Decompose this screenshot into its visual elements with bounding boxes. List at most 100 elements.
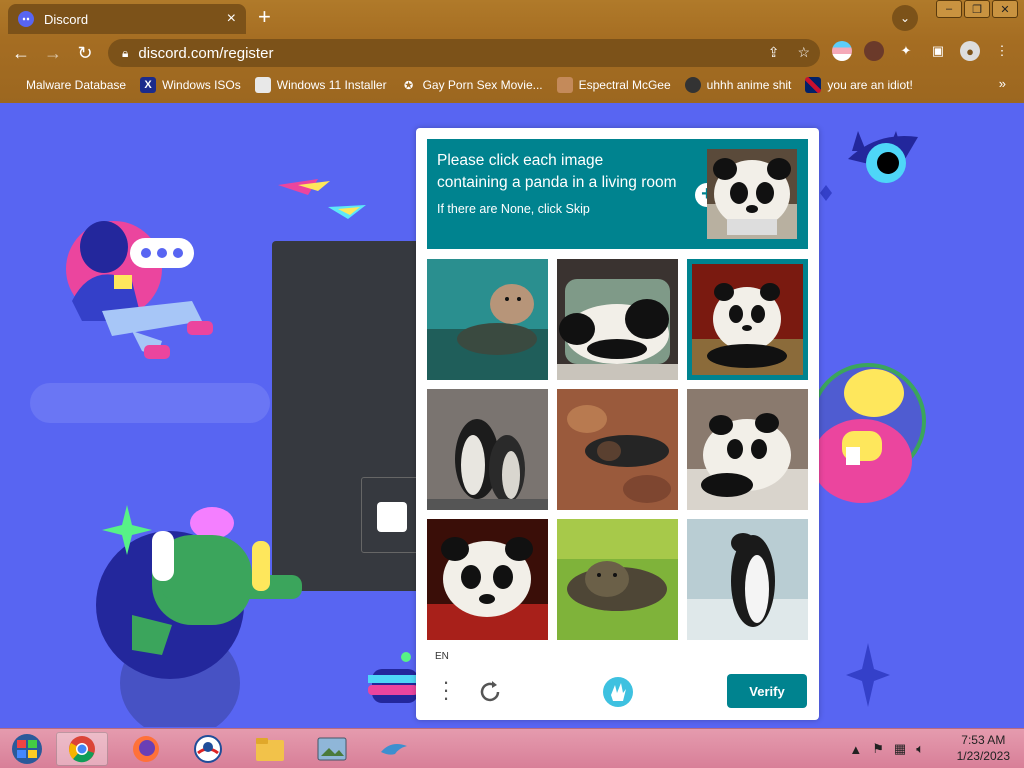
toolbar: ← → ↻ 🔒︎ discord.com/register ⇪ ☆ ✦ ▣ ● … bbox=[0, 36, 1024, 70]
challenge-image-cell[interactable] bbox=[557, 259, 678, 380]
bookmark-item[interactable]: Malware Database bbox=[14, 77, 126, 93]
extensions-bar: ✦ ▣ ● ⋮ bbox=[832, 41, 1012, 61]
sparkle-icon bbox=[846, 643, 890, 707]
forward-icon[interactable]: → bbox=[40, 40, 66, 66]
refresh-icon[interactable] bbox=[476, 678, 504, 706]
new-tab-button[interactable]: + bbox=[258, 4, 271, 30]
photo-viewer-icon bbox=[317, 737, 347, 761]
reload-icon[interactable]: ↻ bbox=[72, 40, 98, 66]
avatar-icon bbox=[556, 77, 573, 93]
bookmark-icon: ✪ bbox=[403, 79, 414, 92]
clock[interactable]: 7:53 AM 1/23/2023 bbox=[957, 732, 1010, 764]
x-icon: X bbox=[140, 77, 157, 93]
challenge-prompt: Please click each image containing a pan… bbox=[437, 152, 677, 191]
panda-image bbox=[687, 389, 808, 510]
bookmark-malware-icon bbox=[14, 77, 20, 93]
star-icon[interactable]: ☆ bbox=[797, 44, 810, 61]
flag-icon[interactable]: ⚑ bbox=[872, 741, 884, 757]
tab-title: Discord bbox=[44, 11, 89, 27]
challenge-image-cell[interactable] bbox=[557, 519, 678, 640]
lock-icon[interactable]: 🔒︎ bbox=[122, 46, 128, 61]
bookmark-item[interactable]: Windows 11 Installer bbox=[254, 77, 387, 93]
hcaptcha-logo-icon[interactable] bbox=[601, 675, 635, 709]
folder-icon bbox=[256, 738, 284, 761]
browser-frame: Discord × + ⌄ – ❐ ✕ ← → ↻ 🔒︎ discord.com… bbox=[0, 0, 1024, 103]
kebab-menu-icon[interactable]: ⋮ bbox=[992, 41, 1012, 61]
panda-image bbox=[557, 259, 678, 380]
close-window-icon[interactable]: ✕ bbox=[992, 0, 1018, 18]
more-bookmarks-icon[interactable]: » bbox=[999, 76, 1006, 91]
panda-image bbox=[427, 519, 548, 640]
dolphin-icon bbox=[381, 744, 407, 755]
taskbar-photos[interactable] bbox=[306, 732, 358, 766]
volume-icon[interactable]: 🔈︎ bbox=[916, 741, 924, 757]
challenge-image-cell[interactable] bbox=[427, 389, 548, 510]
obama-logo-icon bbox=[194, 735, 222, 763]
example-panda-image bbox=[707, 149, 797, 239]
back-icon[interactable]: ← bbox=[8, 40, 34, 66]
system-tray: ▲ ⚑ ▦ 🔈︎ bbox=[849, 741, 924, 757]
minimize-icon[interactable]: – bbox=[936, 0, 962, 18]
flag-icon bbox=[805, 77, 822, 93]
menu-dots-icon[interactable]: · · · bbox=[439, 671, 453, 709]
taskbar-chrome[interactable] bbox=[56, 732, 108, 766]
taskbar: ▲ ⚑ ▦ 🔈︎ 7:53 AM 1/23/2023 bbox=[0, 728, 1024, 768]
close-tab-icon[interactable]: × bbox=[227, 10, 236, 28]
challenge-image-cell[interactable] bbox=[427, 519, 548, 640]
bookmark-item[interactable]: you are an idiot! bbox=[805, 77, 913, 93]
creature-illustration bbox=[96, 505, 302, 679]
up-arrow-icon[interactable]: ▲ bbox=[849, 742, 862, 757]
penguin-image bbox=[427, 389, 548, 510]
taskbar-firefox[interactable] bbox=[120, 732, 172, 766]
url-text: discord.com/register bbox=[138, 44, 274, 62]
verify-button[interactable]: Verify bbox=[727, 674, 807, 708]
challenge-image-cell[interactable] bbox=[687, 519, 808, 640]
start-button-icon[interactable] bbox=[8, 733, 46, 765]
puzzle-icon[interactable]: ✦ bbox=[896, 41, 916, 61]
bookmark-item[interactable]: X Windows ISOs bbox=[140, 77, 241, 93]
background-cloud bbox=[30, 383, 270, 423]
window-controls: – ❐ ✕ bbox=[936, 0, 1018, 18]
challenge-image-cell[interactable] bbox=[557, 389, 678, 510]
language-selector[interactable]: EN bbox=[435, 651, 449, 662]
penguin-image bbox=[687, 519, 808, 640]
seal-image bbox=[427, 259, 548, 380]
taskbar-explorer[interactable] bbox=[244, 732, 296, 766]
firefox-icon bbox=[133, 736, 159, 762]
side-panel-icon[interactable]: ▣ bbox=[928, 41, 948, 61]
clock-date: 1/23/2023 bbox=[956, 749, 1010, 763]
seal-image bbox=[557, 519, 678, 640]
seal-image bbox=[557, 389, 678, 510]
yellow-creature-illustration bbox=[812, 363, 926, 503]
taskbar-dolphin[interactable] bbox=[368, 732, 420, 766]
address-bar[interactable]: 🔒︎ discord.com/register ⇪ ☆ bbox=[108, 39, 820, 67]
challenge-image-cell[interactable] bbox=[687, 389, 808, 510]
hcaptcha-challenge: Please click each image containing a pan… bbox=[416, 128, 819, 720]
restore-icon[interactable]: ❐ bbox=[964, 0, 990, 18]
chrome-icon bbox=[69, 736, 95, 763]
girl-illustration bbox=[66, 221, 213, 359]
discord-icon bbox=[18, 11, 34, 27]
bookmark-item[interactable]: uhhh anime shit bbox=[684, 77, 791, 93]
challenge-image-cell[interactable] bbox=[427, 259, 548, 380]
network-icon[interactable]: ▦ bbox=[894, 741, 906, 757]
anime-icon bbox=[684, 77, 701, 93]
profile-icon[interactable]: ● bbox=[960, 41, 980, 61]
captcha-checkbox-frame bbox=[361, 477, 421, 553]
panda-image bbox=[692, 264, 803, 375]
installer-icon bbox=[254, 77, 271, 93]
clock-time: 7:53 AM bbox=[961, 733, 1006, 747]
tab-discord[interactable]: Discord × bbox=[8, 4, 246, 34]
avatar-extension-icon[interactable] bbox=[864, 41, 884, 61]
challenge-image-cell-selected[interactable] bbox=[687, 259, 808, 380]
bookmark-item[interactable]: Espectral McGee bbox=[556, 77, 671, 93]
captcha-checkbox[interactable] bbox=[377, 502, 407, 532]
tab-search-icon[interactable]: ⌄ bbox=[892, 5, 918, 31]
share-icon[interactable]: ⇪ bbox=[768, 44, 780, 61]
pride-extension-icon[interactable] bbox=[832, 41, 852, 61]
bookmarks-bar: Malware Database X Windows ISOs Windows … bbox=[0, 72, 1024, 98]
taskbar-app-3[interactable] bbox=[182, 732, 234, 766]
bookmark-item[interactable]: ✪ Gay Porn Sex Movie... bbox=[401, 77, 543, 93]
bat-illustration bbox=[820, 131, 918, 201]
challenge-header: Please click each image containing a pan… bbox=[427, 139, 808, 249]
